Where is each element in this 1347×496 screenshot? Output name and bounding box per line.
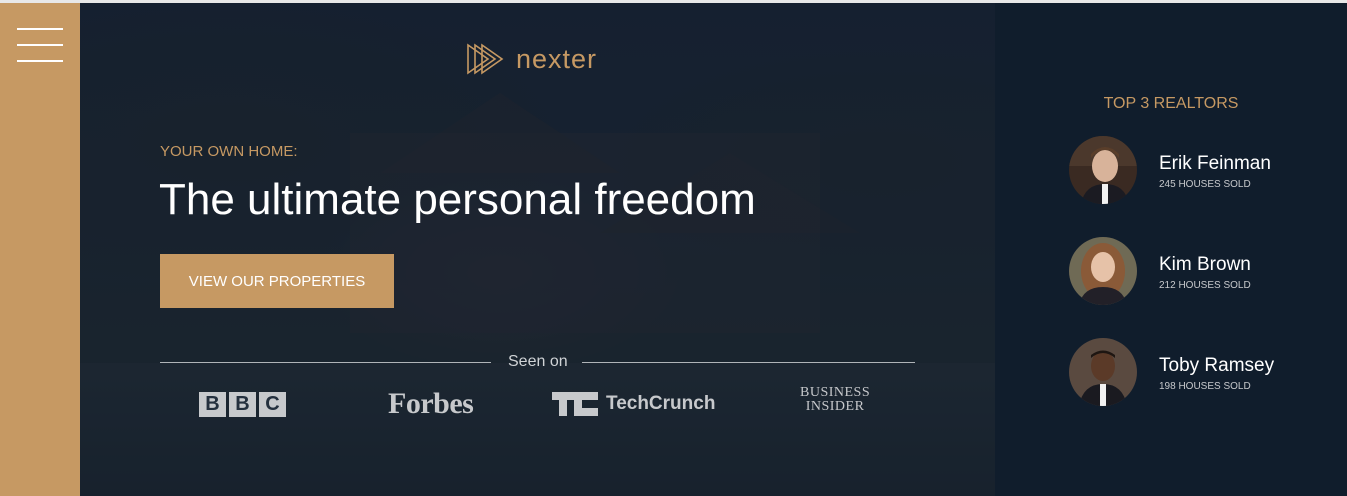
realtor-avatar [1069,338,1137,406]
realtor-sold-count: 212 HOUSES SOLD [1159,280,1251,291]
realtor-avatar [1069,237,1137,305]
hamburger-menu-icon[interactable] [17,28,63,64]
divider-line [160,362,491,363]
realtor-sold-count: 245 HOUSES SOLD [1159,179,1251,190]
techcrunch-mark-icon [552,392,598,416]
bbc-letter: B [199,391,226,417]
person-avatar-icon [1069,338,1137,406]
realtor-card[interactable]: Toby Ramsey 198 HOUSES SOLD [1069,338,1329,408]
realtor-name: Erik Feinman [1159,153,1271,174]
seen-on-label: Seen on [508,353,568,370]
realtors-panel: TOP 3 REALTORS Erik Feinman 245 HOUSES S… [995,3,1347,496]
bi-line: INSIDER [805,399,865,414]
menu-line [17,28,63,30]
sidebar [0,3,80,496]
realtor-name: Kim Brown [1159,254,1251,275]
seen-on-divider: Seen on [160,353,915,373]
realtor-card[interactable]: Erik Feinman 245 HOUSES SOLD [1069,136,1329,206]
bbc-logo: B B C [199,386,286,422]
menu-line [17,44,63,46]
bbc-letter: C [259,391,286,417]
realtor-card[interactable]: Kim Brown 212 HOUSES SOLD [1069,237,1329,307]
person-avatar-icon [1069,136,1137,204]
techcrunch-text: TechCrunch [606,393,716,414]
divider-line [582,362,915,363]
hero-heading: The ultimate personal freedom [159,175,756,224]
realtor-name: Toby Ramsey [1159,355,1275,376]
business-insider-logo: BUSINESS INSIDER [800,386,870,422]
view-properties-button[interactable]: VIEW OUR PROPERTIES [160,254,394,308]
logo-text: nexter [516,43,598,74]
menu-line [17,60,63,62]
bbc-letter: B [229,391,256,417]
person-avatar-icon [1069,237,1137,305]
hero-subtitle: YOUR OWN HOME: [160,143,298,160]
hero-section: nexter YOUR OWN HOME: The ultimate perso… [80,3,995,496]
triple-triangle-logo-icon [467,43,504,75]
bi-line: BUSINESS [800,385,871,400]
realtor-avatar [1069,136,1137,204]
brand-logo[interactable]: nexter [466,41,597,77]
techcrunch-logo: TechCrunch [552,386,715,422]
realtor-sold-count: 198 HOUSES SOLD [1159,381,1251,392]
realtors-title: TOP 3 REALTORS [1103,95,1239,112]
forbes-logo: Forbes [388,387,474,420]
